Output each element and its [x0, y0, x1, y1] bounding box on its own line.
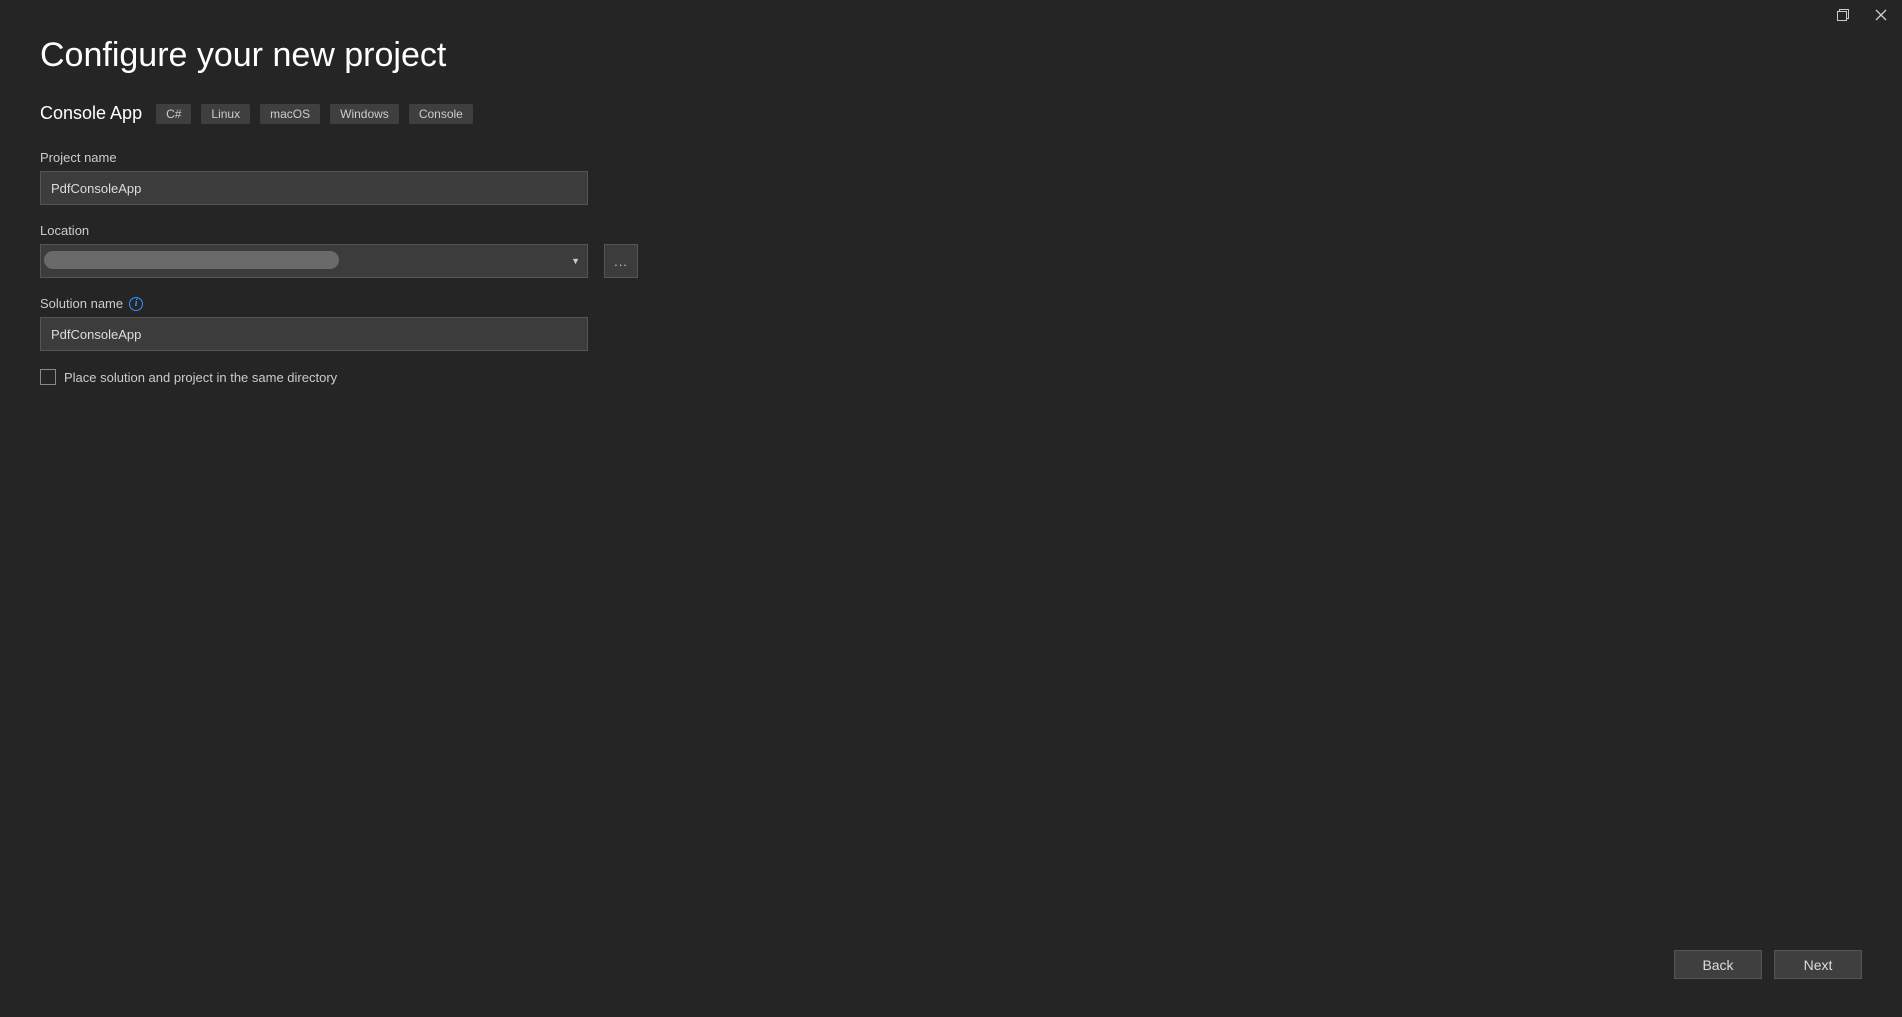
project-name-label: Project name [40, 150, 1862, 165]
location-label: Location [40, 223, 1862, 238]
close-icon[interactable] [1874, 8, 1888, 22]
template-name: Console App [40, 103, 142, 124]
project-name-input[interactable] [40, 171, 588, 205]
project-name-group: Project name [40, 150, 1862, 205]
same-directory-checkbox[interactable] [40, 369, 56, 385]
tag-console: Console [409, 104, 473, 124]
info-icon[interactable]: i [129, 297, 143, 311]
solution-name-label: Solution name i [40, 296, 1862, 311]
template-row: Console App C# Linux macOS Windows Conso… [40, 103, 1862, 124]
solution-name-input[interactable] [40, 317, 588, 351]
template-tags: C# Linux macOS Windows Console [156, 104, 473, 124]
browse-button[interactable]: ... [604, 244, 638, 278]
location-combo: ▼ [40, 244, 588, 278]
tag-linux: Linux [201, 104, 250, 124]
main-content: Configure your new project Console App C… [0, 0, 1902, 385]
back-button[interactable]: Back [1674, 950, 1762, 979]
tag-csharp: C# [156, 104, 191, 124]
page-title: Configure your new project [40, 36, 1862, 75]
same-directory-row: Place solution and project in the same d… [40, 369, 1862, 385]
location-input[interactable] [40, 244, 588, 278]
titlebar [1822, 0, 1902, 30]
maximize-icon[interactable] [1836, 8, 1850, 22]
tag-windows: Windows [330, 104, 399, 124]
solution-name-group: Solution name i [40, 296, 1862, 351]
same-directory-label: Place solution and project in the same d… [64, 370, 337, 385]
tag-macos: macOS [260, 104, 320, 124]
location-group: Location ▼ ... [40, 223, 1862, 278]
next-button[interactable]: Next [1774, 950, 1862, 979]
footer: Back Next [1674, 950, 1862, 979]
solution-name-label-text: Solution name [40, 296, 123, 311]
